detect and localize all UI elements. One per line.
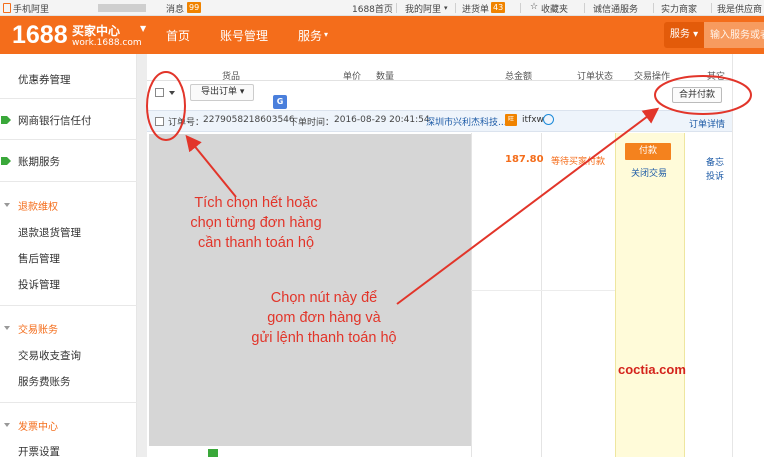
wangwang-id[interactable]: itfxw [522, 115, 544, 125]
merge-pay-button[interactable]: 合并付款 [672, 87, 722, 103]
content-gutter [137, 54, 147, 457]
pay-button[interactable]: 付款 [625, 143, 671, 160]
translate-icon[interactable]: G [273, 95, 287, 109]
main-header: 1688 买家中心 work.1688.com ▼ 首页 账号管理 服务 ▾ 服… [0, 16, 764, 54]
separator [520, 3, 521, 13]
separator [396, 3, 397, 13]
service-dropdown-button[interactable]: 服务 ▾ [664, 22, 704, 48]
memo-link[interactable]: 备忘 [706, 155, 724, 168]
order-checkbox[interactable] [155, 117, 164, 126]
section-refund[interactable]: 退款维权 [18, 198, 58, 213]
close-trade-link[interactable]: 关闭交易 [631, 166, 667, 179]
separator [653, 3, 654, 13]
section-invoice[interactable]: 发票中心 [18, 418, 58, 433]
purchase-list-link[interactable]: 进货单 [462, 2, 489, 15]
search-input[interactable] [704, 22, 764, 48]
purchase-count-badge: 43 [491, 2, 506, 13]
divider [0, 305, 137, 306]
sidebar-item-refund-returns[interactable]: 退款退货管理 [18, 225, 81, 240]
site-url: work.1688.com [72, 38, 142, 48]
order-time-label: 下单时间： [289, 118, 335, 128]
chat-icon[interactable] [543, 114, 554, 125]
chevron-down-icon[interactable] [4, 203, 10, 207]
divider [541, 133, 542, 457]
divider [0, 139, 137, 140]
sidebar-item-transaction-query[interactable]: 交易收支查询 [18, 348, 81, 363]
merge-button-instruction: Chọn nút này để gom đơn hàng và gửi lệnh… [251, 290, 397, 346]
merchants-link[interactable]: 实力商家 [661, 2, 697, 15]
seller-link[interactable]: 深圳市兴利杰科技... [426, 115, 507, 128]
home-1688-link[interactable]: 1688首页 [352, 2, 393, 15]
divider [471, 290, 615, 291]
favorites-link[interactable]: 收藏夹 [541, 2, 568, 15]
order-amount: 187.80 [505, 154, 544, 165]
order-detail-link[interactable]: 订单详情 [689, 117, 725, 130]
nav-service[interactable]: 服务 [298, 27, 322, 44]
sidebar-item-coupons[interactable]: 优惠券管理 [18, 72, 71, 87]
actions-column [615, 133, 685, 457]
divider [147, 80, 732, 81]
order-number: 2279058218603546 [203, 115, 295, 125]
logo-1688[interactable]: 1688 [12, 21, 68, 50]
tag-icon [208, 449, 218, 457]
username-redacted [98, 4, 146, 12]
export-orders-button[interactable]: 导出订单 ▾ [190, 84, 254, 101]
section-trade-accounts[interactable]: 交易账务 [18, 321, 58, 336]
trust-service-link[interactable]: 诚信通服务 [593, 2, 638, 15]
chevron-down-icon: ▾ [324, 30, 329, 39]
divider [0, 181, 137, 182]
sidebar-item-complaints[interactable]: 投诉管理 [18, 277, 60, 292]
my-ali-link[interactable]: 我的阿里 [405, 2, 441, 15]
order-status: 等待买家付款 [551, 157, 606, 167]
sidebar-item-service-fees[interactable]: 服务费账务 [18, 374, 71, 389]
mobile-link[interactable]: 手机阿里 [13, 2, 49, 15]
order-number-label: 订单号： [168, 118, 205, 128]
watermark: coctia.com [618, 362, 686, 377]
checkbox-instruction: Tích chọn hết hoặc chọn từng đơn hàng cầ… [190, 195, 322, 251]
messages-badge: 99 [187, 2, 202, 13]
chevron-down-icon: ▾ [444, 4, 448, 12]
scroll-edge [732, 54, 764, 457]
nav-home[interactable]: 首页 [166, 27, 190, 44]
separator [584, 3, 585, 13]
sidebar-item-after-sales[interactable]: 售后管理 [18, 251, 60, 266]
sidebar-item-bank-credit[interactable]: 网商银行信任付 [18, 113, 92, 128]
separator [455, 3, 456, 13]
complain-link[interactable]: 投诉 [706, 169, 724, 182]
separator [711, 3, 712, 13]
select-all-checkbox[interactable] [155, 88, 164, 97]
wangwang-icon[interactable]: 旺 [505, 114, 517, 126]
divider [471, 133, 472, 457]
chevron-down-icon[interactable] [4, 423, 10, 427]
sidebar-item-credit-period[interactable]: 账期服务 [18, 154, 60, 169]
divider [0, 98, 137, 99]
chevron-down-icon[interactable] [169, 91, 175, 95]
chevron-down-icon[interactable] [4, 326, 10, 330]
star-icon: ☆ [530, 2, 539, 12]
chevron-down-icon[interactable]: ▼ [140, 24, 146, 33]
buyer-center-title: 买家中心 [72, 24, 121, 38]
messages-link[interactable]: 消息 [166, 2, 184, 15]
divider [0, 402, 137, 403]
order-time: 2016-08-29 20:41:54 [334, 115, 430, 125]
mobile-icon [3, 3, 11, 13]
top-bar: 手机阿里 消息 99 1688首页 我的阿里 ▾ 进货单 43 ☆ 收藏夹 诚信… [0, 0, 764, 16]
supplier-link[interactable]: 我是供应商 [717, 2, 762, 15]
nav-account[interactable]: 账号管理 [220, 27, 268, 44]
